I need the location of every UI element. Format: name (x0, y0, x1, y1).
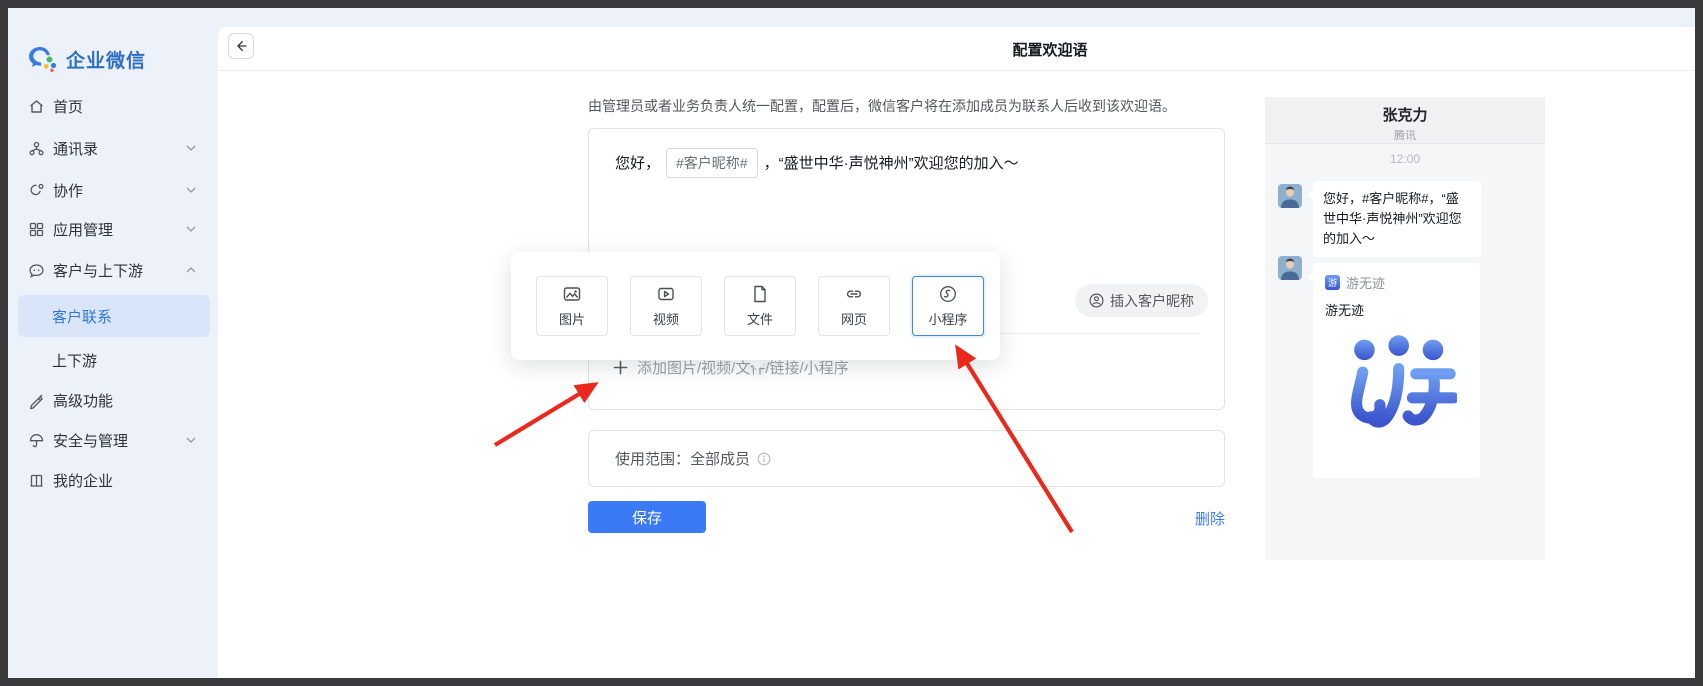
miniprogram-message-card[interactable]: 游 游无迹 游无迹 (1313, 263, 1480, 478)
greeting-prefix: 您好， (615, 155, 660, 172)
miniprogram-source-name: 游无迹 (1346, 273, 1385, 292)
add-attachment-label: 添加图片/视频/文件/链接/小程序 (637, 357, 849, 378)
video-icon (656, 284, 676, 304)
wecom-logo-text: 企业微信 (66, 46, 146, 73)
advanced-features-icon (28, 392, 45, 409)
sidebar-item-label: 上下游 (52, 350, 97, 371)
contact-company: 腾讯 (1265, 127, 1545, 143)
plus-icon (613, 360, 628, 375)
sidebar-item-customer-contact[interactable]: 客户联系 (18, 295, 210, 337)
chevron-down-icon (186, 187, 196, 193)
sidebar-item-label: 首页 (53, 96, 83, 117)
back-button[interactable] (228, 33, 254, 59)
delete-button[interactable]: 删除 (588, 508, 1225, 529)
file-icon (750, 284, 770, 304)
page-header: 配置欢迎语 (218, 27, 1695, 71)
chevron-down-icon (186, 226, 196, 232)
sidebar-item-advanced[interactable]: 高级功能 (8, 386, 218, 414)
sidebar-item-home[interactable]: 首页 (8, 92, 218, 120)
app-window: 企业微信 首页 通讯录 协作 应用管理 客户与上下游 客户联系 (8, 8, 1695, 678)
contacts-icon (28, 140, 45, 157)
attachment-option-webpage[interactable]: 网页 (818, 276, 890, 336)
customer-chat-icon (28, 262, 45, 279)
wecom-logo: 企业微信 (28, 46, 146, 73)
sidebar-item-label: 客户与上下游 (53, 260, 143, 281)
sidebar-item-label: 客户联系 (52, 306, 112, 327)
person-circle-icon (1089, 293, 1104, 308)
sidebar: 企业微信 首页 通讯录 协作 应用管理 客户与上下游 客户联系 (8, 8, 218, 678)
add-attachment-button[interactable]: 添加图片/视频/文件/链接/小程序 (613, 357, 849, 378)
sidebar-item-apps[interactable]: 应用管理 (8, 215, 218, 243)
insert-nickname-label: 插入客户昵称 (1110, 291, 1194, 311)
greeting-suffix: ，“盛世中华·声悦神州”欢迎您的加入～ (764, 155, 1019, 172)
attachment-option-label: 小程序 (928, 309, 967, 328)
umbrella-icon (28, 432, 45, 449)
page-title: 配置欢迎语 (1012, 39, 1087, 60)
chevron-down-icon (186, 437, 196, 443)
info-icon (757, 452, 771, 466)
attachment-option-label: 网页 (841, 309, 867, 328)
miniprogram-title: 游无迹 (1325, 300, 1468, 319)
attachment-option-miniprogram[interactable]: 小程序 (912, 276, 984, 336)
chat-preview-panel: 张克力 腾讯 12:00 您好，#客户昵称#，“盛世中华·声悦神州”欢迎您的加入… (1265, 97, 1545, 560)
sidebar-item-security[interactable]: 安全与管理 (8, 426, 218, 454)
nickname-tag[interactable]: #客户昵称# (666, 148, 758, 178)
attachment-option-label: 图片 (559, 309, 585, 328)
insert-nickname-button[interactable]: 插入客户昵称 (1075, 284, 1208, 317)
sidebar-item-my-company[interactable]: 我的企业 (8, 466, 218, 494)
attachment-option-label: 文件 (747, 309, 773, 328)
sidebar-item-label: 通讯录 (53, 138, 98, 159)
sidebar-item-label: 我的企业 (53, 470, 113, 491)
message-timestamp: 12:00 (1265, 152, 1545, 166)
attachment-option-label: 视频 (653, 309, 679, 328)
attachment-option-image[interactable]: 图片 (536, 276, 608, 336)
sidebar-item-label: 应用管理 (53, 219, 113, 240)
apps-icon (28, 221, 45, 238)
sidebar-item-label: 安全与管理 (53, 430, 128, 451)
avatar (1278, 184, 1302, 208)
sidebar-item-label: 协作 (53, 180, 83, 201)
attachment-popup: 图片 视频 文件 网页 小程序 (511, 252, 1000, 360)
miniprogram-mini-logo: 游 (1325, 275, 1340, 290)
welcome-message-bubble: 您好，#客户昵称#，“盛世中华·声悦神州”欢迎您的加入～ (1313, 181, 1481, 257)
scope-label: 使用范围：全部成员 (615, 448, 750, 469)
sidebar-item-label: 高级功能 (53, 390, 113, 411)
chevron-down-icon (186, 145, 196, 151)
sidebar-item-customers[interactable]: 客户与上下游 (8, 256, 218, 284)
home-icon (28, 98, 45, 115)
attachment-option-file[interactable]: 文件 (724, 276, 796, 336)
back-arrow-icon (234, 39, 248, 53)
miniprogram-icon (938, 284, 958, 304)
you-wuji-logo (1325, 331, 1468, 451)
sidebar-item-contacts[interactable]: 通讯录 (8, 134, 218, 162)
sidebar-item-collaboration[interactable]: 协作 (8, 176, 218, 204)
webpage-link-icon (844, 284, 864, 304)
chevron-up-icon (186, 267, 196, 273)
page-description: 由管理员或者业务负责人统一配置，配置后，微信客户将在添加成员为联系人后收到该欢迎… (588, 96, 1176, 116)
avatar (1278, 256, 1302, 280)
scope-box[interactable]: 使用范围：全部成员 (588, 430, 1225, 487)
miniprogram-source-row: 游 游无迹 (1325, 273, 1468, 292)
wecom-logo-icon (28, 46, 58, 73)
person-avatar-image (1278, 184, 1302, 208)
attachment-option-video[interactable]: 视频 (630, 276, 702, 336)
person-avatar-image (1278, 256, 1302, 280)
contact-name: 张克力 (1265, 104, 1545, 125)
welcome-message-text: 您好， #客户昵称# ，“盛世中华·声悦神州”欢迎您的加入～ (615, 148, 1198, 178)
collaboration-icon (28, 182, 45, 199)
preview-header: 张克力 腾讯 (1265, 97, 1545, 144)
company-icon (28, 472, 45, 489)
image-icon (562, 284, 582, 304)
sidebar-item-supply-chain[interactable]: 上下游 (8, 346, 262, 374)
